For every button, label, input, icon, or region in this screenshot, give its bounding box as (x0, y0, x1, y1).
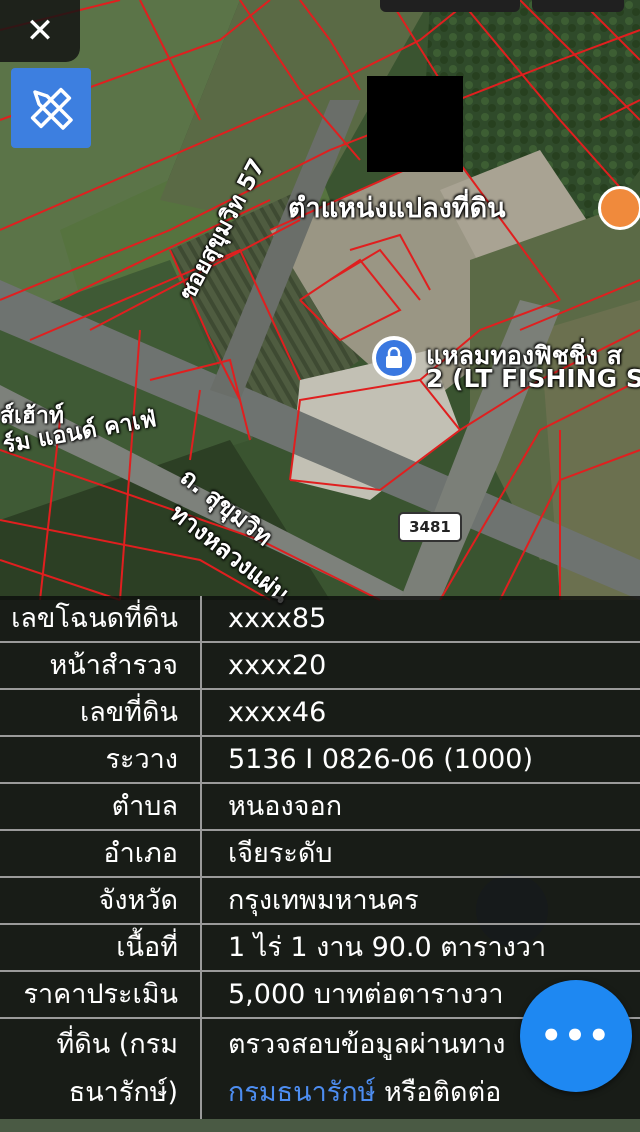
row-label: เลขที่ดิน (0, 690, 202, 735)
table-row: อำเภอ เจียระดับ (0, 831, 640, 878)
row-value: 5136 I 0826-06 (1000) (228, 744, 534, 775)
row-value: xxxx85 (228, 603, 327, 634)
lock-icon (386, 347, 402, 368)
close-icon: ✕ (25, 11, 55, 51)
road-number-shield: 3481 (398, 512, 462, 542)
table-row: หน้าสำรวจ xxxx20 (0, 643, 640, 690)
row-label: ตำบล (0, 784, 202, 829)
table-row: ระวาง 5136 I 0826-06 (1000) (0, 737, 640, 784)
row-label: ราคาประเมิน (0, 972, 202, 1017)
row-label: อำเภอ (0, 831, 202, 876)
table-row: เลขโฉนดที่ดิน xxxx85 (0, 596, 640, 643)
restaurant-marker[interactable] (598, 186, 640, 230)
table-row: จังหวัด กรุงเทพมหานคร (0, 878, 640, 925)
poi-marker[interactable] (372, 336, 416, 380)
table-row: เลขที่ดิน xxxx46 (0, 690, 640, 737)
more-icon: ••• (540, 1016, 612, 1056)
poi-name-line2: 2 (LT FISHING S (426, 364, 640, 393)
row-label: หน้าสำรวจ (0, 643, 202, 688)
close-button[interactable]: ✕ (0, 0, 80, 62)
redaction-box (367, 76, 463, 172)
row-label-line1: ที่ดิน (กรม (56, 1029, 178, 1060)
table-row: ตำบล หนองจอก (0, 784, 640, 831)
row-value: เจียระดับ (228, 838, 333, 869)
treasury-department-link[interactable]: กรมธนารักษ์ (228, 1077, 375, 1108)
parcel-location-label: ตำแหน่งแปลงที่ดิน (288, 193, 506, 224)
measure-tool-button[interactable] (11, 68, 91, 148)
table-row: เนื้อที่ 1 ไร่ 1 งาน 90.0 ตารางวา (0, 925, 640, 972)
row-value: กรุงเทพมหานคร (228, 885, 419, 916)
row-label: จังหวัด (0, 878, 202, 923)
row-value: xxxx20 (228, 650, 327, 681)
row-value: xxxx46 (228, 697, 327, 728)
row-value-line2-rest: หรือติดต่อ (375, 1077, 502, 1108)
row-label: ระวาง (0, 737, 202, 782)
row-value: หนองจอก (228, 791, 343, 822)
more-options-button[interactable]: ••• (520, 980, 632, 1092)
row-label: เลขโฉนดที่ดิน (0, 596, 202, 641)
ruler-pencil-icon (30, 87, 73, 130)
row-value: 1 ไร่ 1 งาน 90.0 ตารางวา (228, 932, 547, 963)
row-label: เนื้อที่ (0, 925, 202, 970)
row-label-line2: ธนารักษ์) (68, 1077, 178, 1108)
top-overlay-chip (532, 0, 624, 12)
row-label: ที่ดิน (กรม ธนารักษ์) (0, 1019, 202, 1119)
top-overlay-chip (380, 0, 520, 12)
